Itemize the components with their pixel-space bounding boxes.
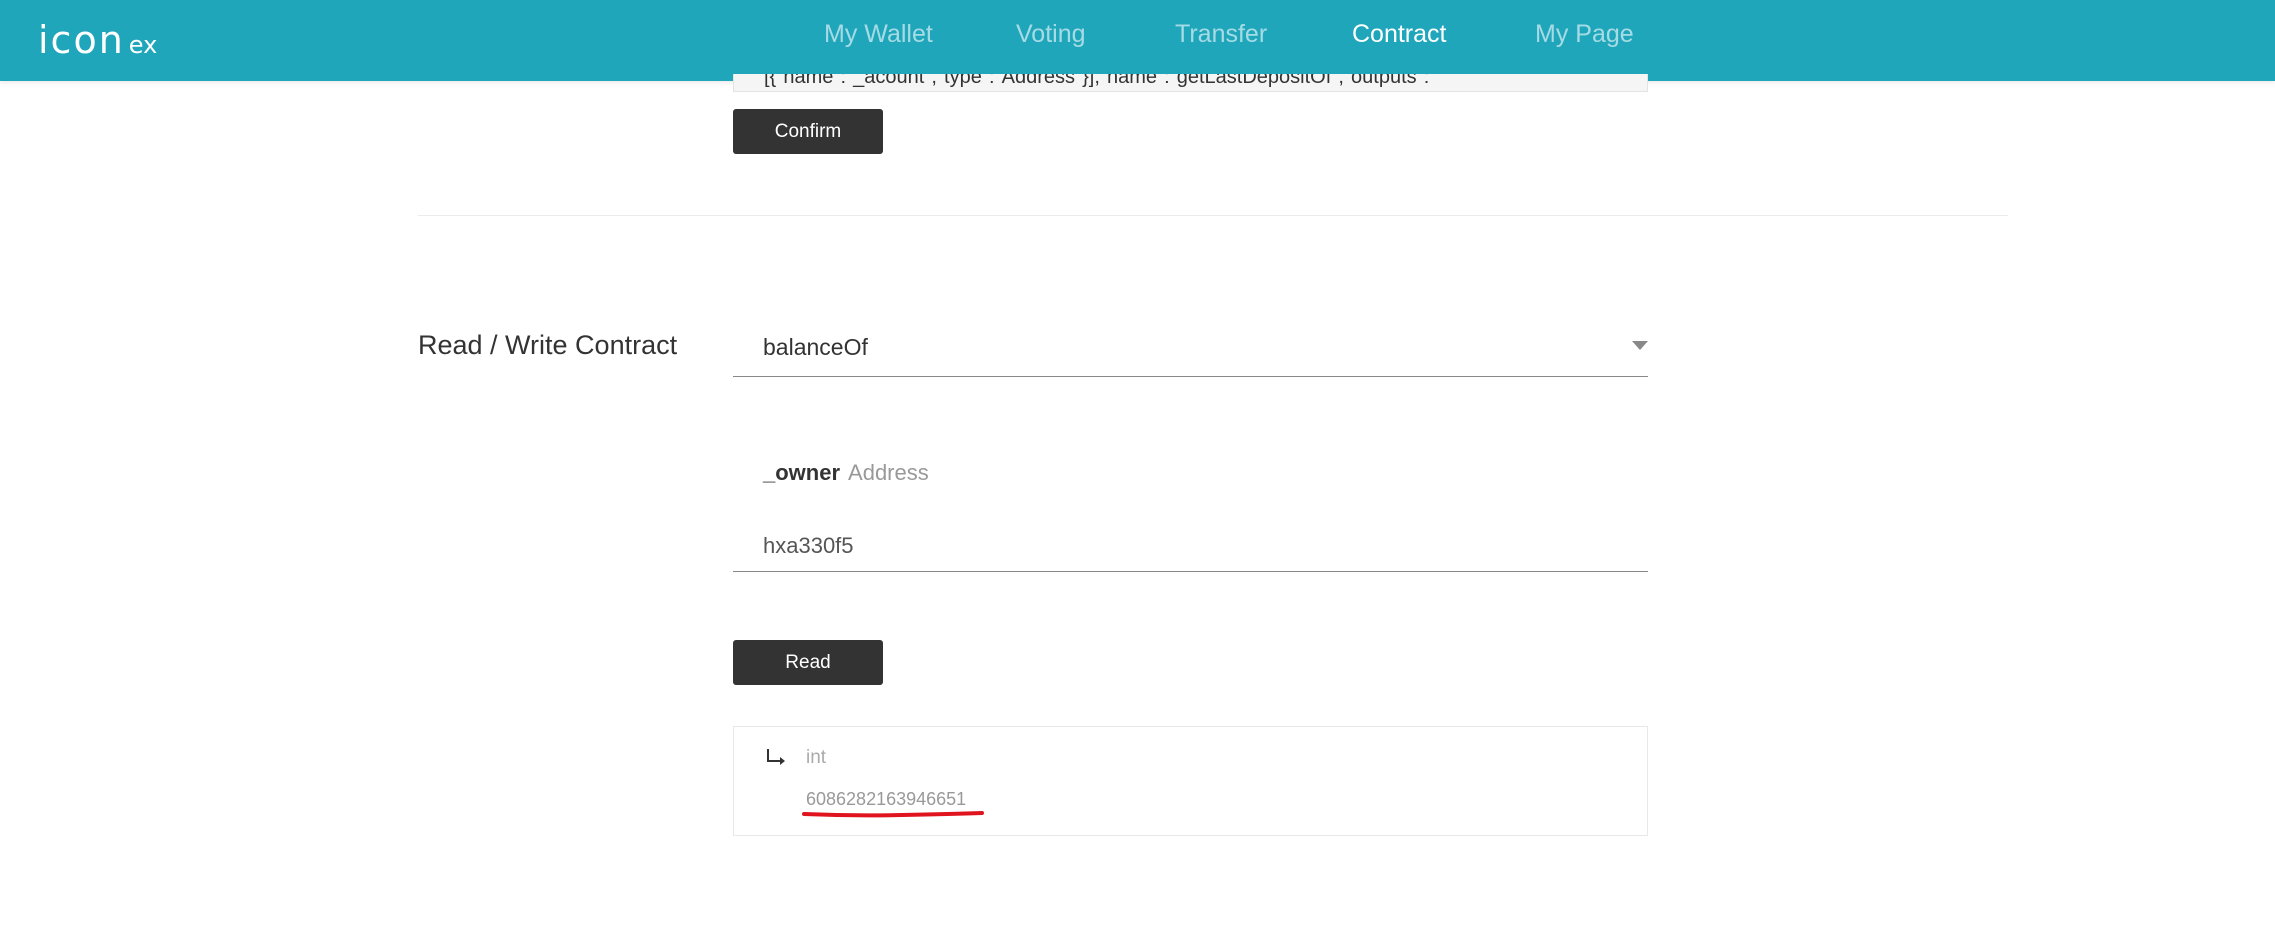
selected-method: balanceOf [763, 334, 868, 360]
top-header: icon ex My Wallet Voting Transfer Contra… [0, 0, 2275, 81]
nav-voting[interactable]: Voting [1016, 20, 1086, 49]
abi-textarea[interactable]: [{"name":"_acount","type":"Address"}],"n… [733, 74, 1648, 92]
read-button[interactable]: Read [733, 640, 883, 685]
result-panel: int 6086282163946651 [733, 726, 1648, 836]
nav-my-wallet[interactable]: My Wallet [824, 20, 933, 49]
logo-ex-text: ex [128, 31, 158, 59]
result-value: 6086282163946651 [806, 789, 967, 809]
param-type: Address [848, 460, 929, 485]
iconex-logo[interactable]: icon ex [38, 18, 158, 62]
param-name: _owner [763, 460, 841, 485]
owner-address-input[interactable] [733, 520, 1648, 572]
param-label: _owner Address [763, 460, 929, 486]
result-type: int [806, 747, 827, 768]
read-write-contract-label: Read / Write Contract [418, 330, 678, 360]
method-select[interactable]: balanceOf [733, 320, 1648, 377]
nav-contract[interactable]: Contract [1352, 20, 1446, 49]
logo-main-text: icon [38, 18, 125, 62]
red-highlight-underline [802, 811, 984, 818]
section-divider [418, 215, 2008, 216]
nav-my-page[interactable]: My Page [1535, 20, 1634, 49]
return-arrow-icon [767, 749, 785, 765]
chevron-down-icon [1632, 341, 1648, 350]
confirm-button[interactable]: Confirm [733, 109, 883, 154]
abi-text: [{"name":"_acount","type":"Address"}],"n… [764, 74, 1430, 88]
nav-transfer[interactable]: Transfer [1175, 20, 1267, 49]
